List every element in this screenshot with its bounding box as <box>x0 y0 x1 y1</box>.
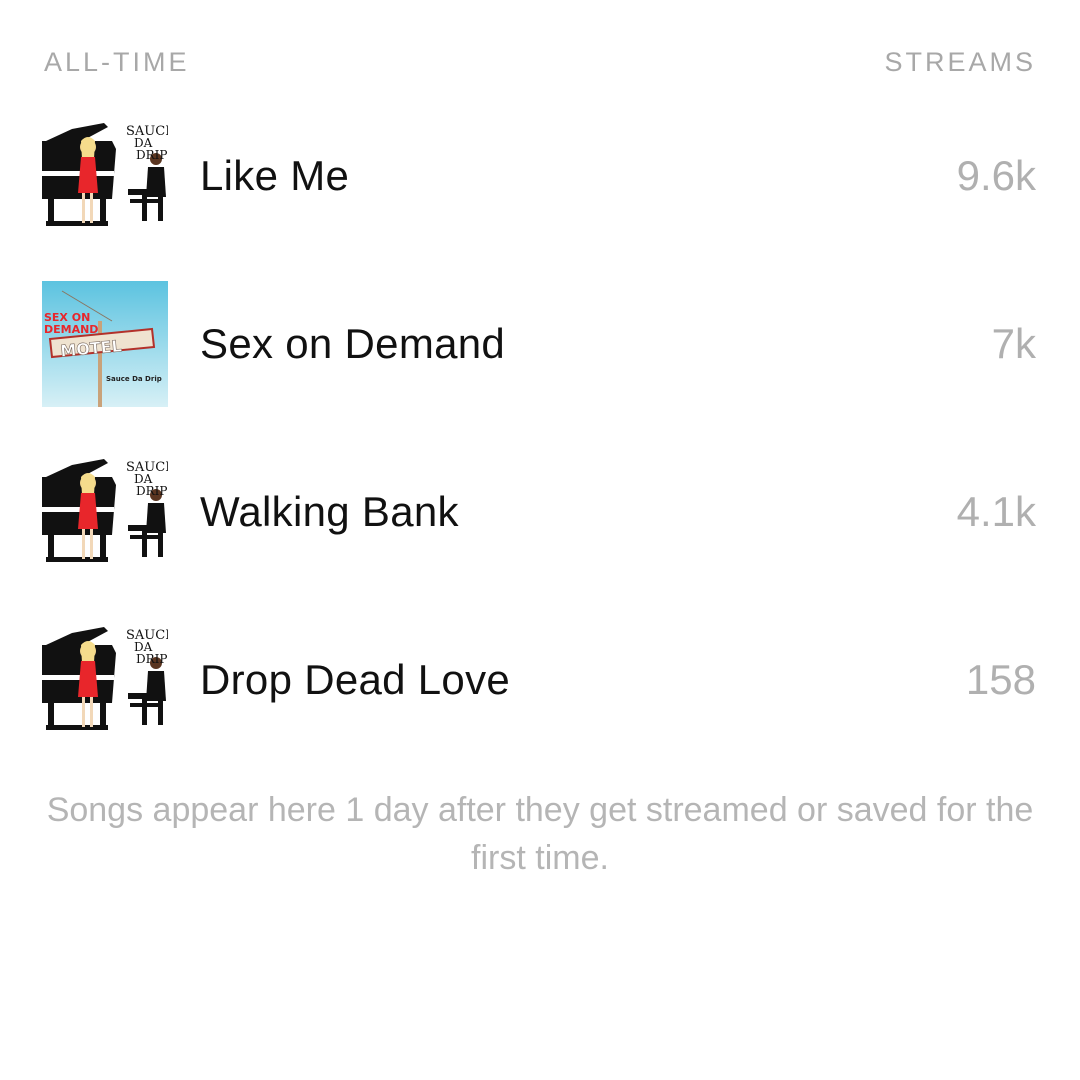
song-row[interactable]: SAUCE DA DRIP Walking Bank 4.1k <box>42 449 1036 617</box>
all-time-label: ALL-TIME <box>44 46 190 77</box>
svg-text:DRIP: DRIP <box>136 484 167 498</box>
footer-note: Songs appear here 1 day after they get s… <box>46 791 1034 877</box>
motel-album-art-icon: MOTEL SEX ON DEMAND Sauce Da Drip <box>42 281 168 407</box>
piano-album-art-icon: SAUCE DA DRIP <box>42 113 168 239</box>
list-header: ALL-TIME STREAMS <box>44 44 1036 80</box>
song-row[interactable]: MOTEL SEX ON DEMAND Sauce Da Drip Sex on… <box>42 281 1036 449</box>
svg-text:DRIP: DRIP <box>136 148 167 162</box>
song-row[interactable]: SAUCE DA DRIP Drop Dead Love 158 <box>42 617 1036 785</box>
stream-count: 158 <box>965 656 1036 703</box>
song-row[interactable]: SAUCE DA DRIP Like Me 9.6k <box>42 113 1036 281</box>
song-list: SAUCE DA DRIP Like Me 9.6k <box>42 113 1036 785</box>
stream-count: 9.6k <box>956 152 1036 199</box>
stream-count: 7k <box>991 320 1036 367</box>
svg-text:Sauce Da Drip: Sauce Da Drip <box>106 375 162 383</box>
streams-column-label: STREAMS <box>884 46 1036 77</box>
song-title: Sex on Demand <box>200 320 506 367</box>
song-title: Walking Bank <box>200 488 459 535</box>
stream-count: 4.1k <box>956 488 1036 535</box>
svg-text:DRIP: DRIP <box>136 652 167 666</box>
piano-album-art-icon: SAUCE DA DRIP <box>42 449 168 575</box>
svg-text:DEMAND: DEMAND <box>44 323 98 336</box>
song-title: Like Me <box>200 152 350 199</box>
piano-album-art-icon: SAUCE DA DRIP <box>42 617 168 743</box>
song-title: Drop Dead Love <box>200 656 511 703</box>
